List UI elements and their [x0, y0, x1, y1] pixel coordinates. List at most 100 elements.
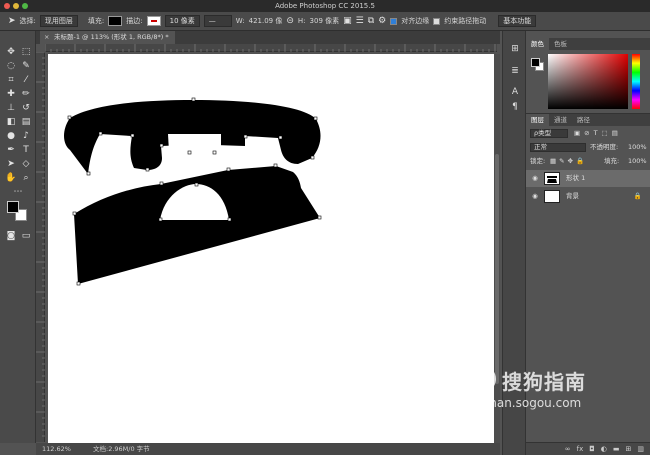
- zoom-level[interactable]: 112.62%: [42, 445, 71, 453]
- document-canvas[interactable]: [48, 54, 494, 443]
- new-layer-icon[interactable]: ⊞: [626, 443, 632, 455]
- layer-name[interactable]: 背景: [566, 188, 579, 205]
- foreground-color-swatch[interactable]: [7, 201, 19, 213]
- history-panel-icon[interactable]: ⊞: [508, 43, 522, 55]
- tab-swatches[interactable]: 色板: [549, 38, 572, 50]
- lasso-icon[interactable]: ◌: [4, 61, 18, 72]
- align-edges-label: 对齐边缘: [401, 17, 430, 25]
- properties-panel-icon[interactable]: ≣: [508, 65, 522, 77]
- select-layer-dropdown[interactable]: 现用图层: [39, 15, 78, 27]
- eye-icon[interactable]: ◉: [530, 170, 540, 187]
- blend-mode-dropdown[interactable]: 正常: [530, 143, 586, 152]
- close-window-button[interactable]: [4, 3, 10, 9]
- sogou-watermark: S 搜狗指南 zhinan.sogou.com: [470, 364, 640, 414]
- layer-name[interactable]: 形状 1: [566, 170, 585, 187]
- w-label: W:: [235, 17, 245, 25]
- layers-panel-tabs: 图层 通道 路径: [526, 114, 650, 126]
- workspace-dropdown[interactable]: 基本功能: [498, 15, 537, 27]
- quick-mask-icon[interactable]: ◙: [4, 231, 18, 242]
- zoom-window-button[interactable]: [22, 3, 28, 9]
- fill-swatch[interactable]: [108, 16, 123, 26]
- pen-icon[interactable]: ✒: [4, 145, 18, 156]
- link-layers-icon[interactable]: ∞: [565, 443, 571, 455]
- layer-thumbnail: [544, 172, 560, 185]
- blur-icon[interactable]: ●: [4, 131, 18, 142]
- path-alignment-icon[interactable]: ☰: [356, 16, 364, 26]
- handset-window: [168, 134, 221, 152]
- document-tab[interactable]: × 未标题-1 @ 113% (形状 1, RGB/8*) *: [40, 31, 175, 44]
- minimize-window-button[interactable]: [13, 3, 19, 9]
- opacity-field[interactable]: 100%: [628, 142, 647, 153]
- toolbox: ✥ ⬚ ◌ ✎ ⌗ ⁄ ✚ ✏ ⊥ ↺ ◧ ▤ ● ♪ ✒ T ➤ ◇ ✋ ⌕ …: [0, 31, 36, 443]
- horizontal-ruler[interactable]: [44, 44, 497, 52]
- color-picker-field[interactable]: [548, 54, 628, 109]
- character-panel-icon[interactable]: A: [508, 86, 522, 98]
- fill-field[interactable]: 100%: [628, 156, 647, 167]
- status-bar: 112.62% 文档:2.96M/0 字节: [36, 443, 500, 455]
- scrollbar-thumb[interactable]: [495, 154, 499, 384]
- eye-icon[interactable]: ◉: [530, 188, 540, 205]
- more-tools-icon[interactable]: ⋯: [11, 187, 25, 198]
- close-tab-icon[interactable]: ×: [44, 31, 49, 44]
- zoom-icon[interactable]: ⌕: [19, 173, 33, 184]
- filter-icons[interactable]: ▣⊘T⬚▤: [574, 128, 622, 139]
- filter-kind-dropdown[interactable]: ρ类型: [530, 129, 568, 138]
- layer-background[interactable]: ◉ 背景 🔒: [526, 188, 650, 205]
- align-edges-checkbox[interactable]: [390, 17, 398, 25]
- stroke-label: 描边:: [126, 17, 143, 25]
- screen-mode-icon[interactable]: ▭: [19, 231, 33, 242]
- stroke-type-dropdown[interactable]: —: [203, 15, 232, 27]
- eraser-icon[interactable]: ◧: [4, 117, 18, 128]
- history-brush-icon[interactable]: ↺: [19, 103, 33, 114]
- type-icon[interactable]: T: [19, 145, 33, 156]
- hand-icon[interactable]: ✋: [4, 173, 18, 184]
- new-group-icon[interactable]: ▬: [613, 443, 620, 455]
- paragraph-panel-icon[interactable]: ¶: [508, 101, 522, 113]
- gradient-icon[interactable]: ▤: [19, 117, 33, 128]
- tab-channels[interactable]: 通道: [549, 114, 572, 126]
- delete-layer-icon[interactable]: ▥: [637, 443, 644, 455]
- hue-slider[interactable]: [632, 54, 640, 109]
- add-mask-icon[interactable]: ◘: [589, 443, 595, 455]
- blend-opacity-row: 正常 不透明度: 100%: [526, 142, 650, 153]
- clone-stamp-icon[interactable]: ⊥: [4, 103, 18, 114]
- move-icon[interactable]: ✥: [4, 47, 18, 58]
- marquee-icon[interactable]: ⬚: [19, 47, 33, 58]
- constrain-path-checkbox[interactable]: [433, 17, 441, 25]
- lock-fill-row: 锁定: ▦✎✥🔒 填充: 100%: [526, 156, 650, 167]
- telephone-shape[interactable]: [48, 54, 494, 443]
- tab-paths[interactable]: 路径: [572, 114, 595, 126]
- quick-select-icon[interactable]: ✎: [19, 61, 33, 72]
- path-arrangement-icon[interactable]: ⧉: [368, 16, 374, 26]
- link-icon[interactable]: ⊝: [286, 16, 294, 26]
- w-field[interactable]: 421.09 像: [249, 16, 283, 26]
- ruler-ticks-vertical: [36, 51, 45, 437]
- color-panel-tabs: 颜色 色板: [526, 38, 650, 50]
- document-info[interactable]: 文档:2.96M/0 字节: [93, 445, 150, 453]
- fill-label: 填充:: [604, 157, 620, 165]
- stroke-width-field[interactable]: 10 像素: [164, 15, 200, 27]
- dodge-icon[interactable]: ♪: [19, 131, 33, 142]
- layer-shape-1[interactable]: ◉ 形状 1: [526, 170, 650, 187]
- path-select-icon[interactable]: ➤: [4, 159, 18, 170]
- color-swatches[interactable]: [7, 201, 29, 223]
- settings-gear-icon[interactable]: ⚙: [378, 16, 386, 26]
- lock-icons[interactable]: ▦✎✥🔒: [550, 156, 587, 167]
- healing-brush-icon[interactable]: ✚: [4, 89, 18, 100]
- vertical-ruler[interactable]: [36, 51, 45, 442]
- title-bar: Adobe Photoshop CC 2015.5: [0, 0, 650, 12]
- color-panel-foreground[interactable]: [531, 58, 540, 67]
- eyedropper-icon[interactable]: ⁄: [19, 75, 33, 86]
- crop-icon[interactable]: ⌗: [4, 75, 18, 86]
- tab-layers[interactable]: 图层: [526, 114, 549, 126]
- path-select-tool-icon[interactable]: ➤: [8, 16, 16, 26]
- layer-style-icon[interactable]: fx: [577, 443, 584, 455]
- tab-color[interactable]: 颜色: [526, 38, 549, 50]
- direct-select-icon[interactable]: ◇: [19, 159, 33, 170]
- h-field[interactable]: 309 像素: [310, 16, 340, 26]
- adjustment-layer-icon[interactable]: ◐: [601, 443, 607, 455]
- lock-icon[interactable]: 🔒: [634, 188, 642, 205]
- stroke-swatch[interactable]: [146, 16, 161, 26]
- path-operations-icon[interactable]: ▣: [343, 16, 352, 26]
- brush-icon[interactable]: ✏: [19, 89, 33, 100]
